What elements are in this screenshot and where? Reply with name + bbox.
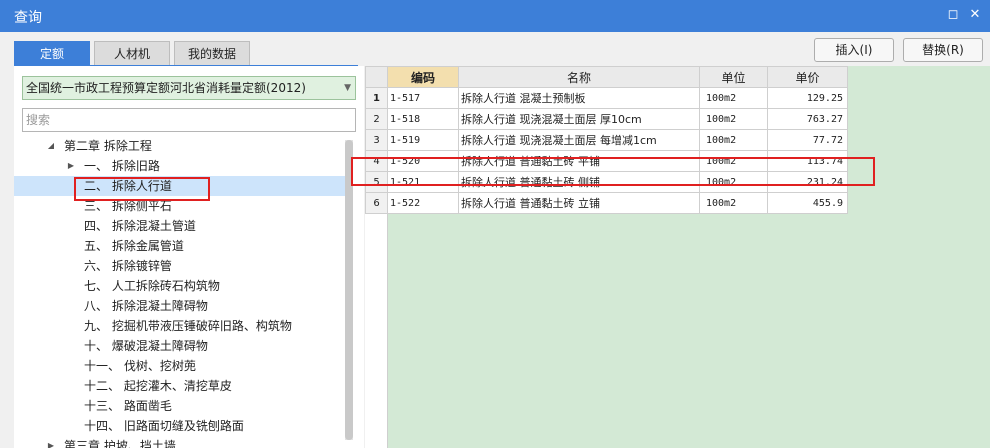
- cell-code[interactable]: 1-519: [387, 129, 459, 151]
- table-row[interactable]: 1 1-517 拆除人行道 混凝土预制板 100m2 129.25: [365, 87, 848, 109]
- table-row[interactable]: 6 1-522 拆除人行道 普通黏土砖 立铺 100m2 455.9: [365, 192, 848, 214]
- table-row[interactable]: 2 1-518 拆除人行道 现浇混凝土面层 厚10cm 100m2 763.27: [365, 108, 848, 130]
- restore-icon[interactable]: ◻: [944, 6, 962, 24]
- quota-grid: 编码 名称 单位 单价 1 1-517 拆除人行道 混凝土预制板 100m2 1…: [365, 66, 990, 448]
- column-header-price[interactable]: 单价: [767, 66, 848, 88]
- tab-my-data[interactable]: 我的数据: [174, 41, 250, 65]
- tree-node-section-6[interactable]: 六、 拆除镀锌管: [14, 256, 346, 276]
- collapsed-triangle-icon[interactable]: ▶: [46, 436, 56, 448]
- tree-node-section-13[interactable]: 十三、 路面凿毛: [14, 396, 346, 416]
- cell-name[interactable]: 拆除人行道 混凝土预制板: [458, 87, 700, 109]
- row-number: 1: [365, 87, 388, 109]
- column-header-code[interactable]: 编码: [387, 66, 459, 88]
- chevron-down-icon[interactable]: ▼: [344, 77, 351, 99]
- tree-node-section-11[interactable]: 十一、 伐树、挖树蔸: [14, 356, 346, 376]
- tree-node-section-4[interactable]: 四、 拆除混凝土管道: [14, 216, 346, 236]
- tree-node-chapter-2[interactable]: ◢ 第二章 拆除工程: [14, 136, 346, 156]
- cell-code[interactable]: 1-517: [387, 87, 459, 109]
- left-panel: 全国统一市政工程预算定额河北省消耗量定额(2012) ▼ 搜索 ◢ 第二章 拆除…: [14, 66, 364, 448]
- cell-price[interactable]: 129.25: [767, 87, 848, 109]
- title-bar: 查询 ◻ ✕: [0, 0, 990, 32]
- cell-price[interactable]: 763.27: [767, 108, 848, 130]
- table-header-row: 编码 名称 单位 单价: [365, 66, 848, 88]
- cell-price[interactable]: 455.9: [767, 192, 848, 214]
- row-number: 3: [365, 129, 388, 151]
- tree-node-section-9[interactable]: 九、 挖掘机带液压锤破碎旧路、构筑物: [14, 316, 346, 336]
- highlight-box: [351, 157, 875, 186]
- cell-name[interactable]: 拆除人行道 现浇混凝土面层 厚10cm: [458, 108, 700, 130]
- cell-name[interactable]: 拆除人行道 普通黏土砖 立铺: [458, 192, 700, 214]
- cell-price[interactable]: 77.72: [767, 129, 848, 151]
- cell-unit[interactable]: 100m2: [699, 87, 768, 109]
- tree-node-chapter-3[interactable]: ▶ 第三章 护坡、挡土墙: [14, 436, 346, 448]
- tree-node-section-1[interactable]: ▶ 一、 拆除旧路: [14, 156, 346, 176]
- row-number: 2: [365, 108, 388, 130]
- quota-library-value: 全国统一市政工程预算定额河北省消耗量定额(2012): [26, 81, 306, 95]
- cell-unit[interactable]: 100m2: [699, 129, 768, 151]
- tree-node-section-5[interactable]: 五、 拆除金属管道: [14, 236, 346, 256]
- tree-node-section-8[interactable]: 八、 拆除混凝土障碍物: [14, 296, 346, 316]
- highlight-box: [74, 177, 210, 201]
- search-input[interactable]: 搜索: [22, 108, 356, 132]
- window-title: 查询: [14, 10, 42, 26]
- tree-node-section-10[interactable]: 十、 爆破混凝土障碍物: [14, 336, 346, 356]
- cell-unit[interactable]: 100m2: [699, 192, 768, 214]
- close-icon[interactable]: ✕: [966, 6, 984, 24]
- tree-node-section-14[interactable]: 十四、 旧路面切缝及铣刨路面: [14, 416, 346, 436]
- replace-button[interactable]: 替换(R): [903, 38, 983, 62]
- column-header-unit[interactable]: 单位: [699, 66, 768, 88]
- cell-unit[interactable]: 100m2: [699, 108, 768, 130]
- cell-name[interactable]: 拆除人行道 现浇混凝土面层 每增减1cm: [458, 129, 700, 151]
- expanded-triangle-icon[interactable]: ◢: [46, 136, 56, 156]
- corner-cell: [365, 66, 388, 88]
- quota-table: 编码 名称 单位 单价 1 1-517 拆除人行道 混凝土预制板 100m2 1…: [365, 66, 848, 214]
- quota-library-select[interactable]: 全国统一市政工程预算定额河北省消耗量定额(2012) ▼: [22, 76, 356, 100]
- tree-node-section-12[interactable]: 十二、 起挖灌木、清挖草皮: [14, 376, 346, 396]
- collapsed-triangle-icon[interactable]: ▶: [66, 156, 76, 176]
- column-header-name[interactable]: 名称: [458, 66, 700, 88]
- table-row[interactable]: 3 1-519 拆除人行道 现浇混凝土面层 每增减1cm 100m2 77.72: [365, 129, 848, 151]
- row-number: 6: [365, 192, 388, 214]
- tab-quota[interactable]: 定额: [14, 41, 90, 65]
- cell-code[interactable]: 1-522: [387, 192, 459, 214]
- tab-labor-material-machine[interactable]: 人材机: [94, 41, 170, 65]
- tree-node-section-7[interactable]: 七、 人工拆除砖石构筑物: [14, 276, 346, 296]
- insert-button[interactable]: 插入(I): [814, 38, 894, 62]
- cell-code[interactable]: 1-518: [387, 108, 459, 130]
